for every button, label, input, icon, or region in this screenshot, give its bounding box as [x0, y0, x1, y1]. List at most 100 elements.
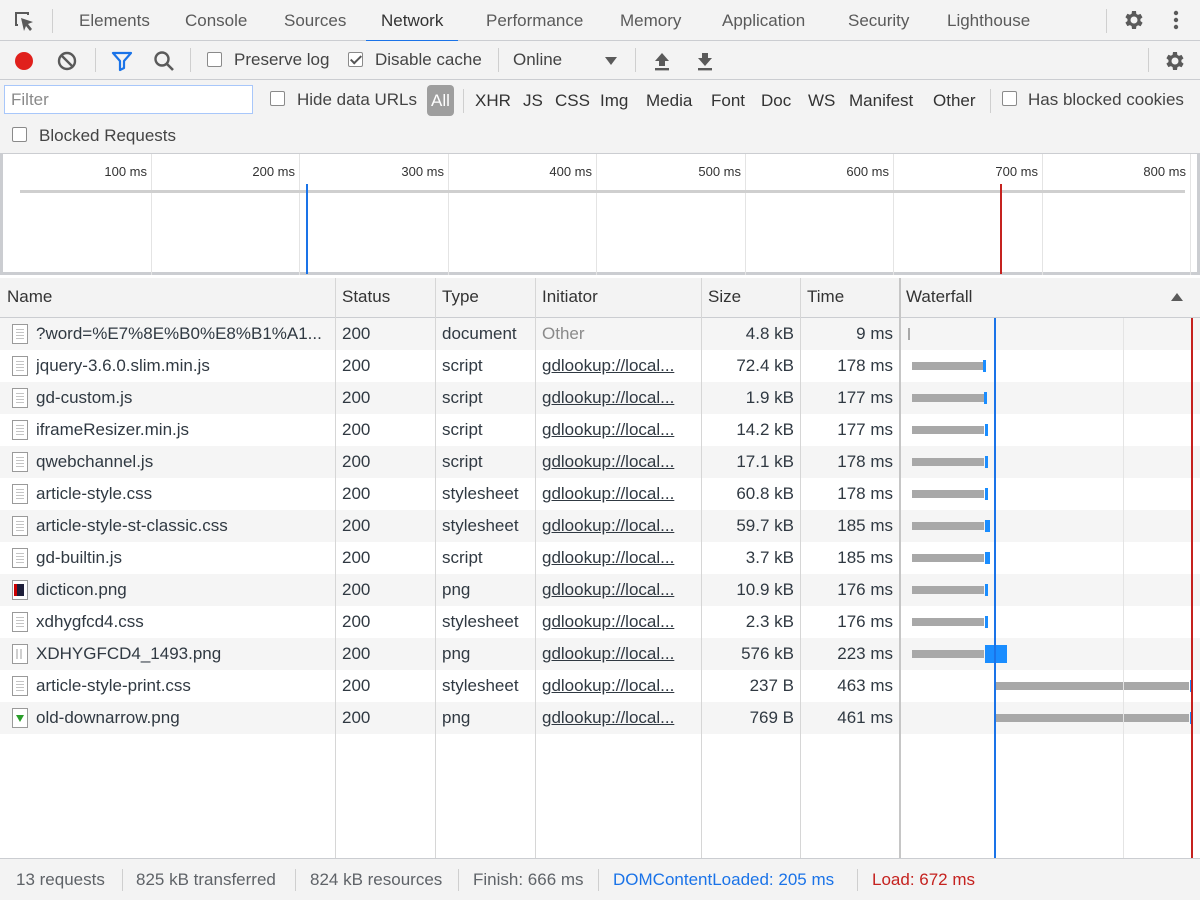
- request-initiator[interactable]: gdlookup://local...: [542, 478, 692, 510]
- type-filter-other[interactable]: Other: [930, 85, 979, 116]
- sort-ascending-icon[interactable]: [1170, 291, 1184, 303]
- waterfall-waiting-bar[interactable]: [912, 426, 984, 434]
- tab-elements[interactable]: Elements: [79, 0, 150, 41]
- waterfall-download-bar[interactable]: [983, 360, 986, 372]
- request-name[interactable]: article-style.css: [36, 478, 328, 510]
- blocked-requests-label[interactable]: Blocked Requests: [39, 126, 176, 146]
- request-name[interactable]: old-downarrow.png: [36, 702, 328, 734]
- request-name[interactable]: gd-builtin.js: [36, 542, 328, 574]
- request-name[interactable]: ?word=%E7%8E%B0%E8%B1%A1...: [36, 318, 328, 350]
- request-name[interactable]: dicticon.png: [36, 574, 328, 606]
- record-icon[interactable]: [12, 49, 36, 73]
- request-row[interactable]: article-style-st-classic.css 200 styleshee…: [0, 510, 1200, 542]
- type-filter-all[interactable]: All: [427, 85, 454, 116]
- search-icon[interactable]: [152, 49, 176, 73]
- overview-left-handle[interactable]: [0, 154, 3, 275]
- column-divider[interactable]: [899, 278, 901, 858]
- request-row[interactable]: iframeResizer.min.js 200 script gdlookup://…: [0, 414, 1200, 446]
- request-name[interactable]: jquery-3.6.0.slim.min.js: [36, 350, 328, 382]
- throttling-select[interactable]: Online: [513, 50, 562, 70]
- waterfall-download-bar[interactable]: [985, 424, 988, 436]
- column-header-waterfall[interactable]: Waterfall: [899, 278, 1159, 318]
- filter-input[interactable]: [4, 85, 253, 114]
- tab-network[interactable]: Network: [365, 0, 459, 42]
- waterfall-waiting-bar[interactable]: [995, 682, 1189, 690]
- type-filter-manifest[interactable]: Manifest: [846, 85, 916, 116]
- request-initiator[interactable]: gdlookup://local...: [542, 414, 692, 446]
- disable-cache-label[interactable]: Disable cache: [375, 50, 482, 70]
- waterfall-waiting-bar[interactable]: [912, 522, 984, 530]
- waterfall-waiting-bar[interactable]: [912, 458, 984, 466]
- column-divider[interactable]: [335, 278, 336, 858]
- waterfall-download-bar[interactable]: [985, 456, 988, 468]
- column-divider[interactable]: [435, 278, 436, 858]
- request-row[interactable]: dicticon.png 200 png gdlookup://local... 10.…: [0, 574, 1200, 606]
- waterfall-waiting-bar[interactable]: [912, 394, 984, 402]
- column-divider[interactable]: [800, 278, 801, 858]
- waterfall-waiting-bar[interactable]: [912, 554, 984, 562]
- waterfall-waiting-bar[interactable]: [995, 714, 1189, 722]
- import-har-icon[interactable]: [652, 49, 672, 73]
- waterfall-waiting-bar[interactable]: [912, 362, 983, 370]
- request-row[interactable]: gd-builtin.js 200 script gdlookup://local..…: [0, 542, 1200, 574]
- request-name[interactable]: article-style-st-classic.css: [36, 510, 328, 542]
- request-initiator[interactable]: gdlookup://local...: [542, 382, 692, 414]
- column-header-time[interactable]: Time: [800, 278, 898, 318]
- tab-lighthouse[interactable]: Lighthouse: [947, 0, 1030, 41]
- hide-data-urls-label[interactable]: Hide data URLs: [297, 90, 417, 110]
- request-row[interactable]: qwebchannel.js 200 script gdlookup://local.…: [0, 446, 1200, 478]
- request-initiator[interactable]: gdlookup://local...: [542, 510, 692, 542]
- type-filter-font[interactable]: Font: [708, 85, 748, 116]
- filter-icon[interactable]: [110, 49, 134, 73]
- request-name[interactable]: article-style-print.css: [36, 670, 328, 702]
- network-settings-gear-icon[interactable]: [1163, 49, 1187, 73]
- request-row[interactable]: jquery-3.6.0.slim.min.js 200 script gdlooku…: [0, 350, 1200, 382]
- column-header-initiator[interactable]: Initiator: [535, 278, 701, 318]
- waterfall-download-bar[interactable]: [984, 392, 987, 404]
- request-row[interactable]: old-downarrow.png 200 png gdlookup://local.…: [0, 702, 1200, 734]
- request-name[interactable]: gd-custom.js: [36, 382, 328, 414]
- inspect-element-icon[interactable]: [12, 9, 36, 33]
- request-row[interactable]: article-style.css 200 stylesheet gdlookup:/…: [0, 478, 1200, 510]
- timeline-overview[interactable]: 100 ms 200 ms 300 ms 400 ms 500 ms 600 ms 700 …: [0, 154, 1200, 275]
- request-initiator[interactable]: gdlookup://local...: [542, 702, 692, 734]
- waterfall-download-bar[interactable]: [985, 645, 1007, 663]
- preserve-log-checkbox[interactable]: [207, 52, 222, 67]
- column-divider[interactable]: [701, 278, 702, 858]
- waterfall-download-bar[interactable]: [985, 488, 988, 500]
- preserve-log-label[interactable]: Preserve log: [234, 50, 329, 70]
- column-divider[interactable]: [535, 278, 536, 858]
- request-initiator[interactable]: gdlookup://local...: [542, 542, 692, 574]
- waterfall-waiting-bar[interactable]: [912, 650, 984, 658]
- request-initiator[interactable]: gdlookup://local...: [542, 350, 692, 382]
- request-name[interactable]: XDHYGFCD4_1493.png: [36, 638, 328, 670]
- column-header-size[interactable]: Size: [701, 278, 799, 318]
- request-initiator[interactable]: gdlookup://local...: [542, 638, 692, 670]
- waterfall-download-bar[interactable]: [985, 552, 990, 564]
- request-row[interactable]: xdhygfcd4.css 200 stylesheet gdlookup://loc…: [0, 606, 1200, 638]
- type-filter-css[interactable]: CSS: [552, 85, 593, 116]
- tab-performance[interactable]: Performance: [486, 0, 583, 41]
- disable-cache-checkbox[interactable]: [348, 52, 363, 67]
- request-initiator[interactable]: gdlookup://local...: [542, 606, 692, 638]
- request-initiator[interactable]: gdlookup://local...: [542, 574, 692, 606]
- request-row[interactable]: article-style-print.css 200 stylesheet gdlo…: [0, 670, 1200, 702]
- export-har-icon[interactable]: [695, 49, 715, 73]
- type-filter-js[interactable]: JS: [520, 85, 546, 116]
- chevron-down-icon[interactable]: [604, 55, 618, 67]
- request-name[interactable]: qwebchannel.js: [36, 446, 328, 478]
- waterfall-waiting-bar[interactable]: [912, 586, 984, 594]
- has-blocked-cookies-checkbox[interactable]: [1002, 91, 1017, 106]
- waterfall-download-bar[interactable]: [985, 520, 990, 532]
- request-row[interactable]: gd-custom.js 200 script gdlookup://local...…: [0, 382, 1200, 414]
- waterfall-waiting-bar[interactable]: [912, 618, 984, 626]
- tab-sources[interactable]: Sources: [284, 0, 346, 41]
- request-name[interactable]: xdhygfcd4.css: [36, 606, 328, 638]
- waterfall-waiting-bar[interactable]: [912, 490, 984, 498]
- blocked-requests-checkbox[interactable]: [12, 127, 27, 142]
- column-header-name[interactable]: Name: [0, 278, 336, 318]
- type-filter-img[interactable]: Img: [597, 85, 631, 116]
- column-header-type[interactable]: Type: [435, 278, 535, 318]
- request-initiator[interactable]: gdlookup://local...: [542, 670, 692, 702]
- type-filter-xhr[interactable]: XHR: [472, 85, 514, 116]
